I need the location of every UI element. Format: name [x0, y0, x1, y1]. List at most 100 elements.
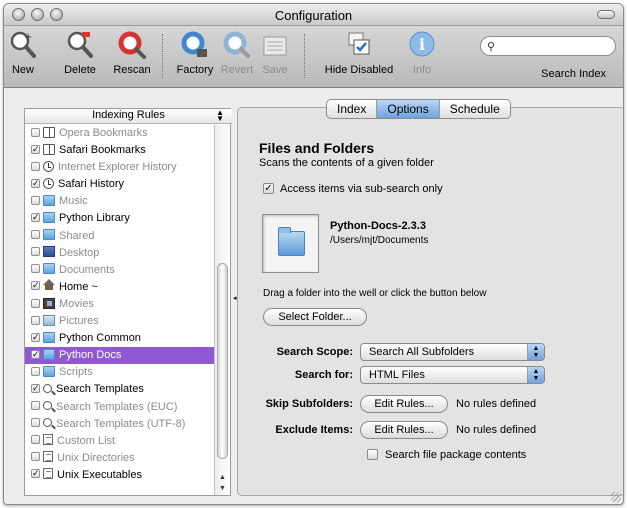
tab-options[interactable]: Options [377, 100, 440, 118]
rule-item[interactable]: Music [25, 193, 215, 210]
info-button-label: Info [412, 64, 432, 76]
rule-item[interactable]: Python Docs [25, 347, 215, 365]
rule-item[interactable]: Search Templates (EUC) [25, 399, 215, 416]
rule-enable-checkbox[interactable] [31, 332, 40, 342]
rule-item[interactable]: Shared [25, 228, 215, 245]
scroll-down-arrow-icon[interactable]: ▼ [215, 483, 230, 495]
tab-schedule[interactable]: Schedule [440, 100, 510, 118]
rule-enable-checkbox[interactable] [31, 298, 40, 308]
configuration-window: Configuration + New Delete Rescan Factor… [3, 3, 624, 505]
rule-item[interactable]: Python Library [25, 210, 215, 227]
rule-enable-checkbox[interactable] [31, 384, 40, 393]
rule-enable-checkbox[interactable] [31, 401, 40, 411]
search-scope-label: Search Scope: [276, 346, 353, 358]
rule-enable-checkbox[interactable] [31, 264, 40, 274]
section-title: Files and Folders [259, 140, 375, 156]
rule-item[interactable]: Safari Bookmarks [25, 142, 215, 159]
resize-grip[interactable] [611, 492, 621, 502]
rule-item[interactable]: Opera Bookmarks [25, 125, 215, 142]
rule-item[interactable]: Search Templates (UTF-8) [25, 416, 215, 433]
toolbar: + New Delete Rescan Factory Revert Save … [4, 26, 623, 88]
indexing-rules-list: Indexing Rules ▲▼ Opera Bookmarks Safari … [24, 108, 232, 496]
rule-item-label: Desktop [59, 246, 100, 259]
rule-item[interactable]: Home ~ [25, 278, 215, 296]
rule-enable-checkbox[interactable] [31, 195, 40, 205]
rule-item[interactable]: Search Templates [25, 381, 215, 398]
rule-enable-checkbox[interactable] [31, 315, 40, 325]
search-index-field[interactable]: ⚲ [480, 36, 616, 56]
rule-item-label: Custom List [57, 434, 116, 447]
save-button[interactable]: Save [250, 29, 300, 76]
rule-enable-checkbox[interactable] [31, 127, 40, 137]
search-for-value: HTML Files [369, 369, 425, 381]
rule-item[interactable]: Custom List [25, 433, 215, 450]
desktop-icon [43, 246, 55, 258]
skip-subfolders-status: No rules defined [456, 398, 537, 410]
delete-button-label: Delete [64, 64, 96, 76]
folder-path: /Users/mjt/Documents [330, 235, 429, 246]
rule-enable-checkbox[interactable] [31, 366, 40, 376]
tab-index[interactable]: Index [327, 100, 378, 118]
rule-item[interactable]: Safari History [25, 176, 215, 193]
rule-item[interactable]: Pictures [25, 313, 215, 330]
search-package-contents-label: Search file package contents [385, 449, 527, 461]
sidebar-scrollbar[interactable]: ▲ ▼ [214, 125, 230, 495]
rule-enable-checkbox[interactable] [31, 469, 40, 479]
split-view-handle[interactable]: ◂ [233, 294, 237, 302]
rule-item[interactable]: Desktop [25, 245, 215, 262]
rule-enable-checkbox[interactable] [31, 161, 40, 171]
indexing-rules-popup[interactable]: Indexing Rules ▲ ▼ [25, 109, 232, 124]
rule-item-label: Internet Explorer History [58, 161, 177, 174]
hide-disabled-icon [343, 29, 375, 61]
hide-disabled-button[interactable]: Hide Disabled [322, 29, 396, 76]
folder-well[interactable] [262, 214, 319, 273]
toolbar-toggle-button[interactable] [597, 10, 615, 19]
rule-item[interactable]: Internet Explorer History [25, 159, 215, 176]
exclude-items-edit-rules-button[interactable]: Edit Rules... [360, 421, 448, 439]
rule-enable-checkbox[interactable] [31, 213, 40, 223]
rule-item-label: Safari Bookmarks [59, 144, 146, 157]
svg-text:+: + [24, 32, 32, 43]
rule-enable-checkbox[interactable] [31, 144, 40, 154]
rule-enable-checkbox[interactable] [31, 247, 40, 257]
access-sub-search-checkbox[interactable] [263, 183, 274, 194]
search-icon [43, 384, 52, 393]
delete-button[interactable]: Delete [55, 29, 105, 76]
rule-item-label: Python Common [59, 332, 141, 345]
rule-item-label: Python Docs [59, 349, 122, 362]
rule-enable-checkbox[interactable] [31, 349, 40, 359]
search-scope-popup[interactable]: Search All Subfolders ▲ ▼ [360, 343, 545, 361]
rule-item[interactable]: Documents [25, 262, 215, 279]
indexing-rules-header: Indexing Rules [92, 109, 165, 121]
rule-item-label: Documents [59, 263, 115, 276]
save-button-label: Save [262, 64, 288, 76]
rule-enable-checkbox[interactable] [31, 418, 40, 428]
rule-enable-checkbox[interactable] [31, 435, 40, 445]
select-folder-button[interactable]: Select Folder... [263, 308, 367, 326]
new-rule-icon: + [7, 29, 39, 61]
info-button[interactable]: i Info [397, 29, 447, 76]
search-for-popup[interactable]: HTML Files ▲ ▼ [360, 366, 545, 384]
rule-item[interactable]: Scripts [25, 364, 215, 381]
svg-text:i: i [419, 35, 425, 54]
rule-item-label: Search Templates [56, 383, 144, 396]
rule-item[interactable]: Python Common [25, 330, 215, 347]
skip-subfolders-edit-rules-button[interactable]: Edit Rules... [360, 395, 448, 413]
rule-enable-checkbox[interactable] [31, 452, 40, 462]
rule-item[interactable]: Unix Executables [25, 467, 215, 484]
rule-enable-checkbox[interactable] [31, 281, 40, 291]
rule-item[interactable]: Unix Directories [25, 450, 215, 467]
rule-item-label: Unix Executables [57, 468, 142, 481]
rule-enable-checkbox[interactable] [31, 230, 40, 240]
search-package-contents-checkbox[interactable] [367, 449, 378, 460]
rescan-button[interactable]: Rescan [107, 29, 157, 76]
rule-item-label: Unix Directories [57, 451, 135, 464]
rule-enable-checkbox[interactable] [31, 178, 40, 188]
new-button[interactable]: + New [4, 29, 48, 76]
tab-bar: Index Options Schedule [326, 99, 511, 119]
search-for-label: Search for: [294, 369, 353, 381]
bookmark-icon [43, 143, 55, 155]
document-icon [43, 434, 53, 446]
rule-item[interactable]: Movies [25, 296, 215, 313]
rule-item-label: Pictures [59, 315, 99, 328]
